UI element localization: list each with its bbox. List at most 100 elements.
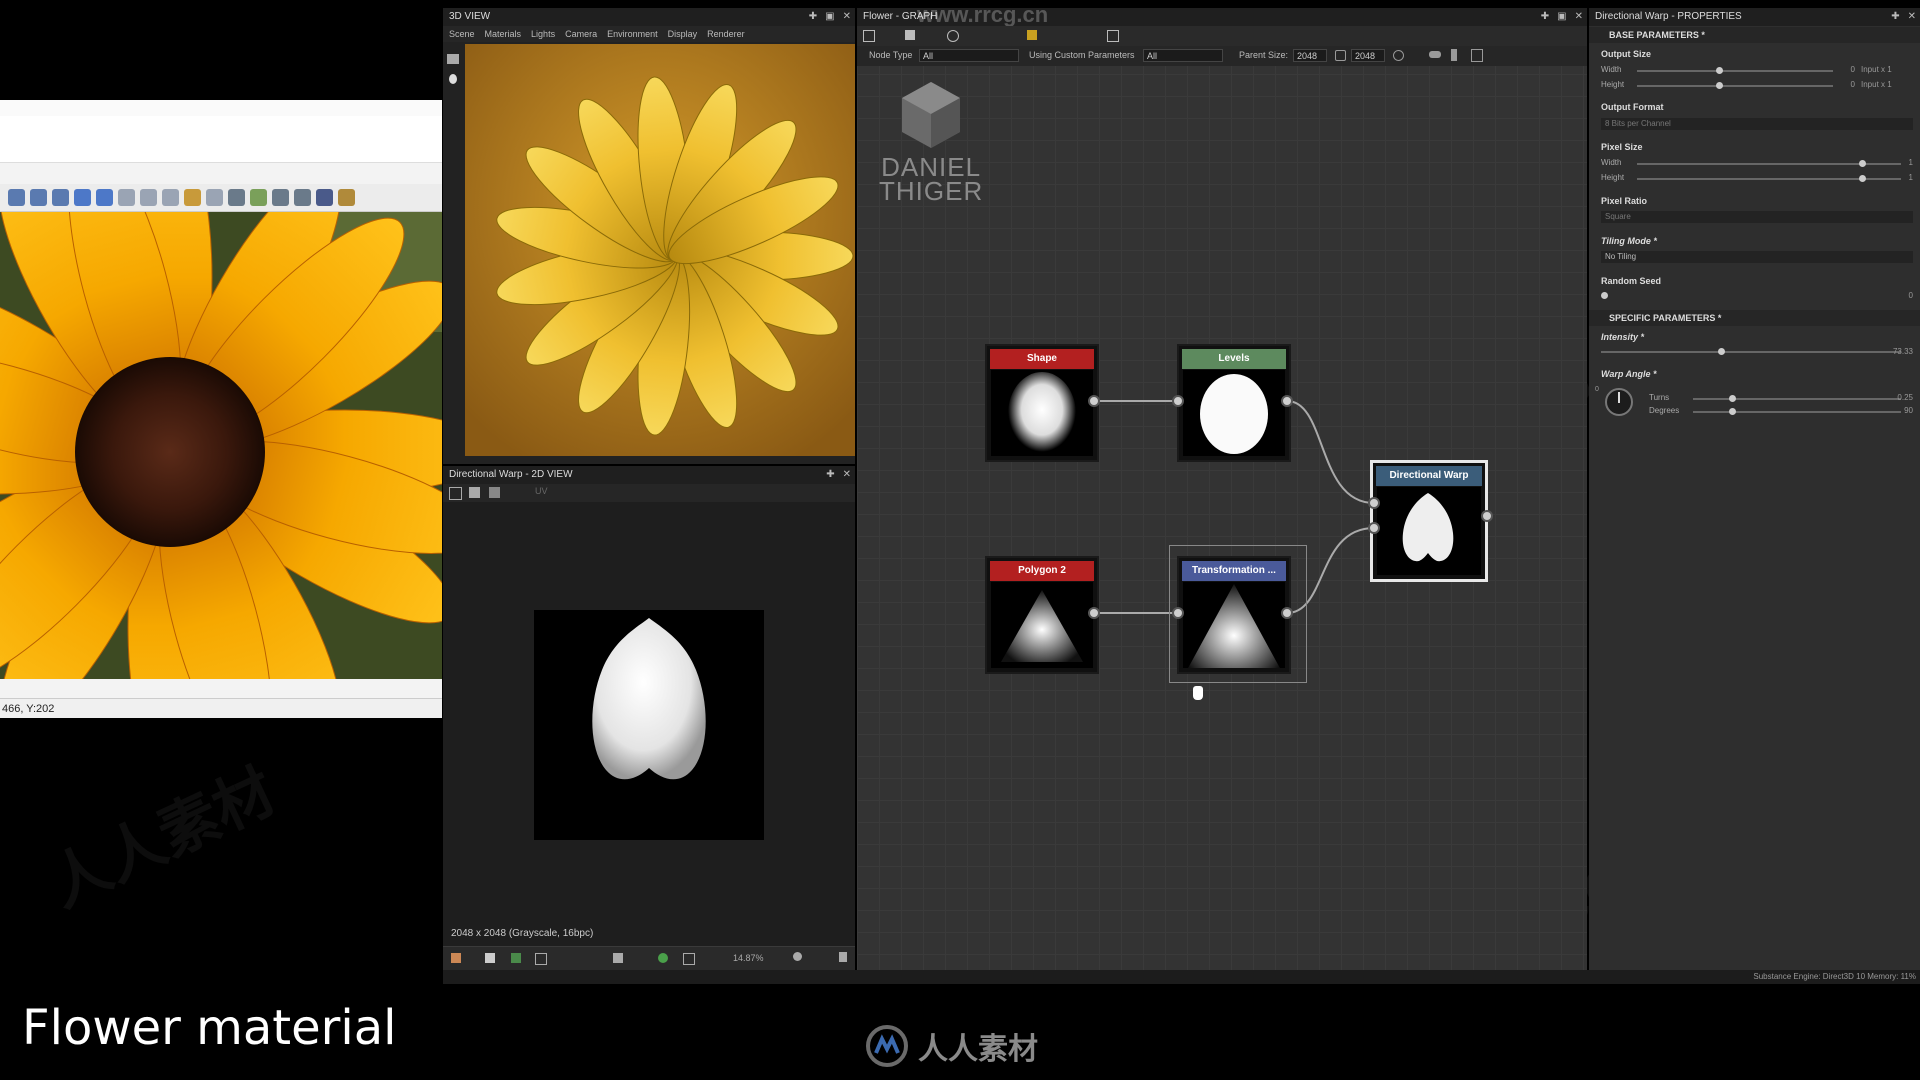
2d-view-title: Directional Warp - 2D VIEW [449,469,573,480]
output-height-mode[interactable]: Input x 1 [1861,80,1915,89]
scanner-icon[interactable] [316,189,333,206]
pixel-ratio-dropdown[interactable]: Square [1601,211,1913,223]
tiling-mode-dropdown[interactable]: No Tiling [1601,251,1913,263]
specific-parameters-header[interactable]: SPECIFIC PARAMETERS * [1589,310,1920,326]
zoom-out-icon[interactable] [52,189,69,206]
print-icon[interactable] [294,189,311,206]
pin-icon[interactable]: ✚ [826,466,834,484]
node-polygon[interactable]: Polygon 2 [985,556,1099,674]
output-height-slider[interactable] [1637,85,1833,87]
turns-slider[interactable] [1693,398,1901,400]
degrees-knob[interactable] [1729,408,1736,415]
warp-angle-label: Warp Angle * [1601,369,1657,379]
menu-camera[interactable]: Camera [565,26,597,42]
light-icon[interactable] [449,74,457,84]
gallery-icon[interactable] [338,189,355,206]
node-warp-input-port-1[interactable] [1368,497,1380,509]
node-polygon-output-port[interactable] [1088,607,1100,619]
fullscreen-icon[interactable] [162,189,179,206]
node-levels-input-port[interactable] [1172,395,1184,407]
node-transformation[interactable]: Transformation ... [1177,556,1291,674]
sphere-icon[interactable] [658,953,668,963]
2d-viewport[interactable] [534,610,764,840]
menu-environment[interactable]: Environment [607,26,658,42]
back-arrow-icon[interactable] [74,189,91,206]
actual-size-icon[interactable] [140,189,157,206]
menu-renderer[interactable]: Renderer [707,26,745,42]
maximize-icon[interactable]: ▣ [825,8,834,26]
degrees-value[interactable]: 90 [1879,406,1913,415]
search-icon[interactable] [272,189,289,206]
settings-icon[interactable] [793,952,802,961]
channels-icon[interactable] [485,953,495,963]
pixel-width-knob[interactable] [1859,160,1866,167]
color-icon[interactable] [511,953,521,963]
2d-view-title-bar: Directional Warp - 2D VIEW ✚ ✕ [443,466,855,484]
pixel-height-knob[interactable] [1859,175,1866,182]
zoom-in-icon[interactable] [8,189,25,206]
lock-icon[interactable] [839,952,847,962]
fit-icon[interactable] [118,189,135,206]
3d-viewport[interactable] [465,44,855,456]
dial-needle-icon [1618,392,1620,403]
output-height-value[interactable]: 0 [1839,80,1855,89]
settings-icon[interactable] [206,189,223,206]
pin-icon[interactable]: ✚ [809,8,817,26]
intensity-value[interactable]: 73.33 [1869,347,1913,356]
node-shape[interactable]: Shape [985,344,1099,462]
turns-knob[interactable] [1729,395,1736,402]
node-levels-output-port[interactable] [1281,395,1293,407]
pixel-width-label: Width [1601,158,1622,167]
zoom-level[interactable]: 14.87% [733,953,764,963]
output-height-knob[interactable] [1716,82,1723,89]
output-width-slider[interactable] [1637,70,1833,72]
pixel-height-value[interactable]: 1 [1889,173,1913,182]
forward-arrow-icon[interactable] [96,189,113,206]
slideshow-icon[interactable] [184,189,201,206]
close-icon[interactable]: ✕ [843,466,851,484]
menu-materials[interactable]: Materials [485,26,522,42]
output-format-dropdown[interactable]: 8 Bits per Channel [1601,118,1913,130]
layers-icon[interactable] [451,953,461,963]
pin-icon[interactable]: ✚ [1891,8,1899,26]
node-warp-output-port[interactable] [1481,510,1493,522]
output-width-mode[interactable]: Input x 1 [1861,65,1915,74]
export-icon[interactable] [489,487,500,498]
node-directional-warp[interactable]: Directional Warp [1370,460,1488,582]
brand-text: 人人素材 [918,1033,1038,1066]
zoom-icon[interactable] [30,189,47,206]
sunflower-image [0,212,442,679]
copy-icon[interactable] [449,487,462,500]
pixel-width-value[interactable]: 1 [1889,158,1913,167]
grid-icon[interactable] [535,953,547,965]
node-transformation-output-port[interactable] [1281,607,1293,619]
fit-view-icon[interactable] [683,953,695,965]
menu-display[interactable]: Display [668,26,698,42]
node-directional-warp-thumbnail [1377,487,1481,575]
turns-label: Turns [1649,393,1670,402]
save-icon[interactable] [469,487,480,498]
warp-angle-dial[interactable] [1605,388,1633,416]
degrees-slider[interactable] [1693,411,1901,413]
crop-icon[interactable] [228,189,245,206]
effects-icon[interactable] [250,189,267,206]
close-icon[interactable]: ✕ [1908,8,1916,26]
camera-icon[interactable] [447,54,459,64]
uv-toggle[interactable]: UV [535,486,548,496]
menu-lights[interactable]: Lights [531,26,555,42]
intensity-slider[interactable] [1601,351,1901,353]
turns-value[interactable]: 0.25 [1879,393,1913,402]
close-icon[interactable]: ✕ [843,8,851,26]
output-width-value[interactable]: 0 [1839,65,1855,74]
random-seed-value[interactable]: 0 [1889,291,1913,300]
base-parameters-header[interactable]: BASE PARAMETERS * [1589,27,1920,43]
node-levels[interactable]: Levels [1177,344,1291,462]
menu-scene[interactable]: Scene [449,26,475,42]
random-seed-knob[interactable] [1601,292,1608,299]
node-shape-output-port[interactable] [1088,395,1100,407]
intensity-knob[interactable] [1718,348,1725,355]
node-warp-input-port-2[interactable] [1368,522,1380,534]
node-transformation-input-port[interactable] [1172,607,1184,619]
histogram-icon[interactable] [613,953,623,963]
output-width-knob[interactable] [1716,67,1723,74]
